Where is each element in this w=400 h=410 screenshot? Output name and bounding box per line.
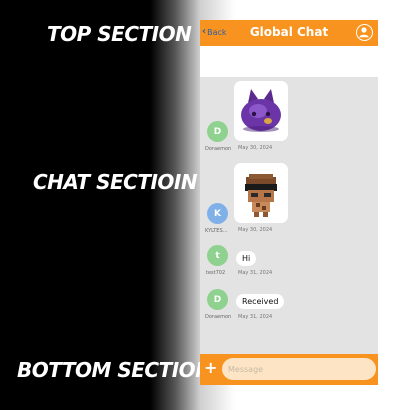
message-date: May 30, 2024 [238, 227, 273, 233]
phone-screen: ‹ Back Global Chat D Doraemon May 30, 20… [200, 20, 378, 385]
avatar: K [207, 203, 228, 224]
user-circle-icon[interactable] [356, 24, 373, 41]
avatar-initial: K [214, 208, 221, 219]
sunglasses-block-character-image [245, 174, 277, 217]
message-input[interactable] [222, 358, 376, 380]
bottom-section-label: BOTTOM SECTION [17, 358, 212, 382]
image-bubble[interactable] [234, 81, 288, 141]
message-date: May 30, 2024 [238, 145, 273, 151]
avatar: D [207, 121, 228, 142]
username: test702 [206, 270, 226, 276]
image-bubble[interactable] [234, 163, 288, 223]
plus-icon[interactable]: + [204, 360, 217, 376]
message-date: May 31, 2024 [238, 314, 273, 320]
chat-section-label: CHAT SECTIOIN [33, 170, 198, 194]
username: KYLTES... [205, 228, 228, 234]
avatar-initial: D [213, 126, 222, 137]
avatar: D [207, 289, 228, 310]
message-composer: + [200, 354, 378, 385]
chat-header: ‹ Back Global Chat [200, 20, 378, 46]
username: Doraemon [205, 314, 232, 320]
username: Doraemon [205, 146, 232, 152]
avatar-initial: D [213, 294, 222, 305]
text-bubble[interactable]: Received [236, 294, 285, 309]
chat-area[interactable]: D Doraemon May 30, 2024 K KYLTES... May … [200, 77, 378, 354]
avatar: t [207, 245, 228, 266]
purple-cat-creature-image [241, 89, 281, 132]
page-title: Global Chat [249, 25, 329, 39]
avatar-initial: t [215, 250, 220, 261]
message-date: May 31, 2024 [238, 270, 273, 276]
text-bubble[interactable]: Hi [236, 251, 257, 266]
top-section-label: TOP SECTION [47, 22, 192, 46]
